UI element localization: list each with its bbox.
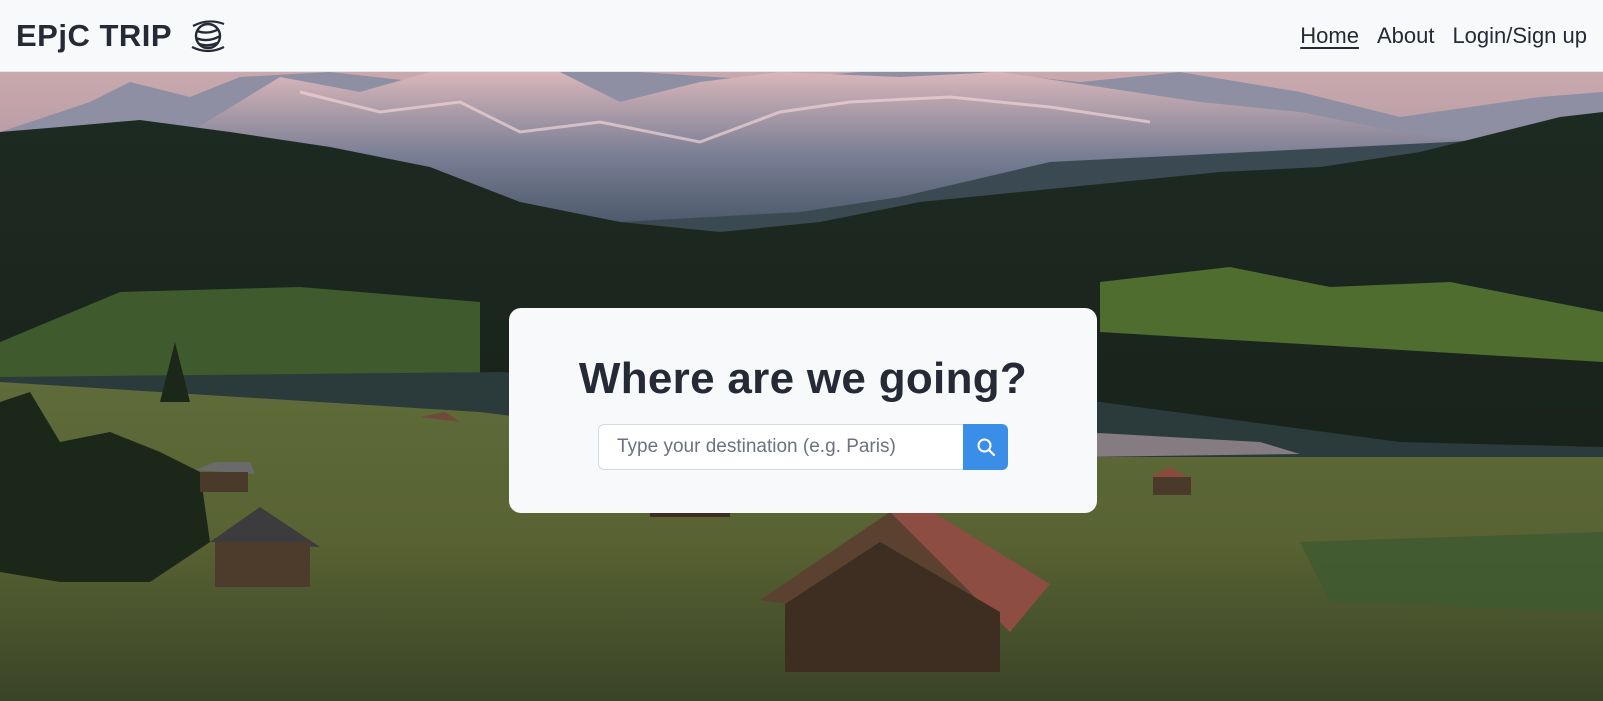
nav-links: Home About Login/Sign up (1300, 23, 1587, 49)
search-card: Where are we going? (509, 308, 1097, 513)
nav-home-link[interactable]: Home (1300, 23, 1359, 49)
globe-icon (191, 19, 225, 52)
nav-login-signup-link[interactable]: Login/Sign up (1452, 23, 1587, 49)
search-icon (977, 438, 995, 457)
search-button[interactable] (963, 424, 1008, 470)
brand[interactable]: EPjC TRIP (16, 16, 228, 56)
destination-search-input[interactable] (598, 424, 963, 470)
nav-about-link[interactable]: About (1377, 23, 1435, 49)
search-group (598, 424, 1008, 470)
search-card-title: Where are we going? (578, 354, 1028, 403)
top-navbar: EPjC TRIP Home About Login/Sign up (0, 0, 1603, 72)
brand-name: EPjC TRIP (16, 17, 173, 53)
